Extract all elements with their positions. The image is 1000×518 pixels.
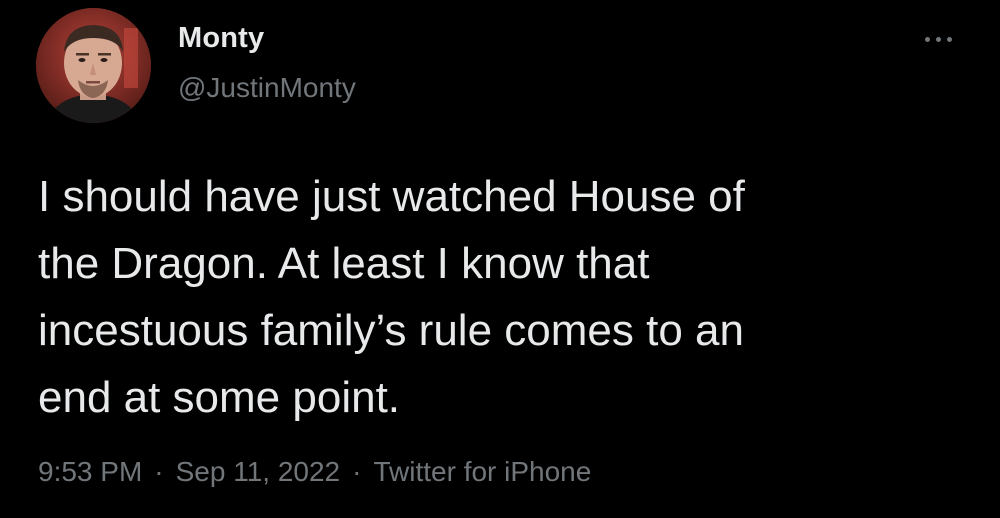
tweet-text: I should have just watched House of the … <box>38 163 938 431</box>
tweet-card: Monty @JustinMonty I should have just wa… <box>0 0 1000 518</box>
more-dot <box>925 37 930 42</box>
tweet-text-line: I should have just watched House of <box>38 172 745 221</box>
avatar[interactable] <box>36 8 151 123</box>
avatar-photo-icon <box>36 8 151 123</box>
tweet-metadata: 9:53 PM · Sep 11, 2022 · Twitter for iPhone <box>38 456 591 488</box>
tweet-date[interactable]: Sep 11, 2022 <box>176 456 341 487</box>
tweet-text-line: the Dragon. At least I know that <box>38 239 650 288</box>
tweet-text-line: end at some point. <box>38 373 401 422</box>
more-dot <box>936 37 941 42</box>
meta-separator: · <box>352 456 362 487</box>
tweet-text-line: incestuous family’s rule comes to an <box>38 306 744 355</box>
more-options-icon[interactable] <box>922 28 956 50</box>
tweet-time[interactable]: 9:53 PM <box>38 456 142 487</box>
more-dot <box>947 37 952 42</box>
author-handle[interactable]: @JustinMonty <box>178 72 356 104</box>
meta-separator: · <box>154 456 164 487</box>
author-display-name[interactable]: Monty <box>178 22 264 55</box>
tweet-source[interactable]: Twitter for iPhone <box>373 456 591 487</box>
